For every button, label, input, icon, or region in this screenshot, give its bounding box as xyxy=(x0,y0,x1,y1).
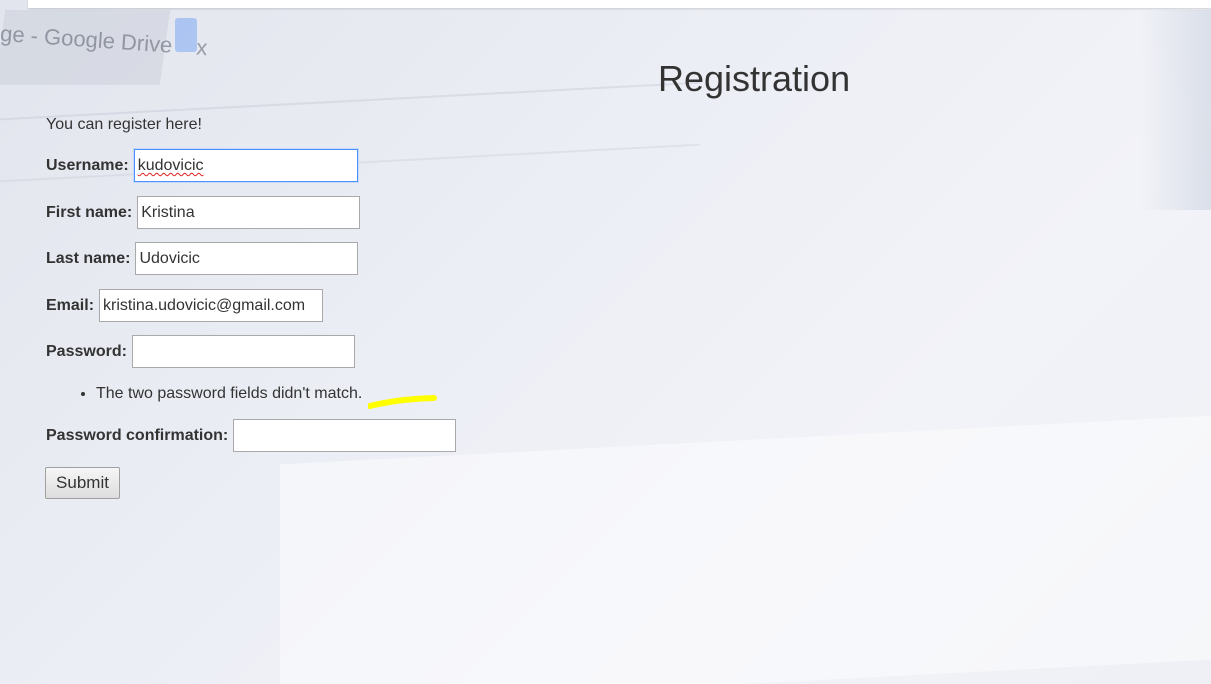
email-label: Email: xyxy=(46,296,95,314)
background-paper xyxy=(280,415,1211,684)
browser-top-bar xyxy=(28,0,1211,8)
username-label: Username: xyxy=(46,156,129,174)
password-label: Password: xyxy=(46,342,127,360)
first-name-label: First name: xyxy=(46,203,133,221)
password-error-item: The two password fields didn't match. xyxy=(96,384,362,404)
first-name-input[interactable]: Kristina xyxy=(137,196,361,229)
password-error-list: The two password fields didn't match. xyxy=(46,384,362,404)
page-title: Registration xyxy=(658,58,851,99)
email-row: Email: kristina.udovicic@gmail.com xyxy=(46,289,324,322)
last-name-value: Udovicic xyxy=(139,250,200,267)
email-value: kristina.udovicic@gmail.com xyxy=(103,297,306,314)
background-tab-shape xyxy=(0,10,171,85)
background-tab-label: ge - Google Drive x xyxy=(0,21,208,61)
password-confirmation-label: Password confirmation: xyxy=(46,426,229,444)
password-row: Password: xyxy=(46,335,355,368)
first-name-row: First name: Kristina xyxy=(46,196,361,229)
background-tab-text: ge - Google Drive xyxy=(0,20,174,58)
first-name-value: Kristina xyxy=(141,204,195,221)
submit-button[interactable]: Submit xyxy=(45,467,120,499)
password-confirmation-input[interactable] xyxy=(233,419,457,452)
last-name-row: Last name: Udovicic xyxy=(46,242,359,275)
last-name-input[interactable]: Udovicic xyxy=(135,242,359,275)
password-confirmation-row: Password confirmation: xyxy=(46,419,457,452)
background-tab-close: x xyxy=(195,34,209,61)
intro-text: You can register here! xyxy=(46,116,202,133)
username-row: Username: kudovicic xyxy=(46,149,358,182)
background-docs-icon xyxy=(175,18,197,52)
password-input[interactable] xyxy=(131,335,355,368)
username-input[interactable]: kudovicic xyxy=(133,149,358,182)
background-shade xyxy=(1140,10,1211,210)
highlighter-mark xyxy=(368,395,437,409)
last-name-label: Last name: xyxy=(46,249,131,267)
username-value: kudovicic xyxy=(137,157,204,174)
email-input[interactable]: kristina.udovicic@gmail.com xyxy=(99,289,324,322)
